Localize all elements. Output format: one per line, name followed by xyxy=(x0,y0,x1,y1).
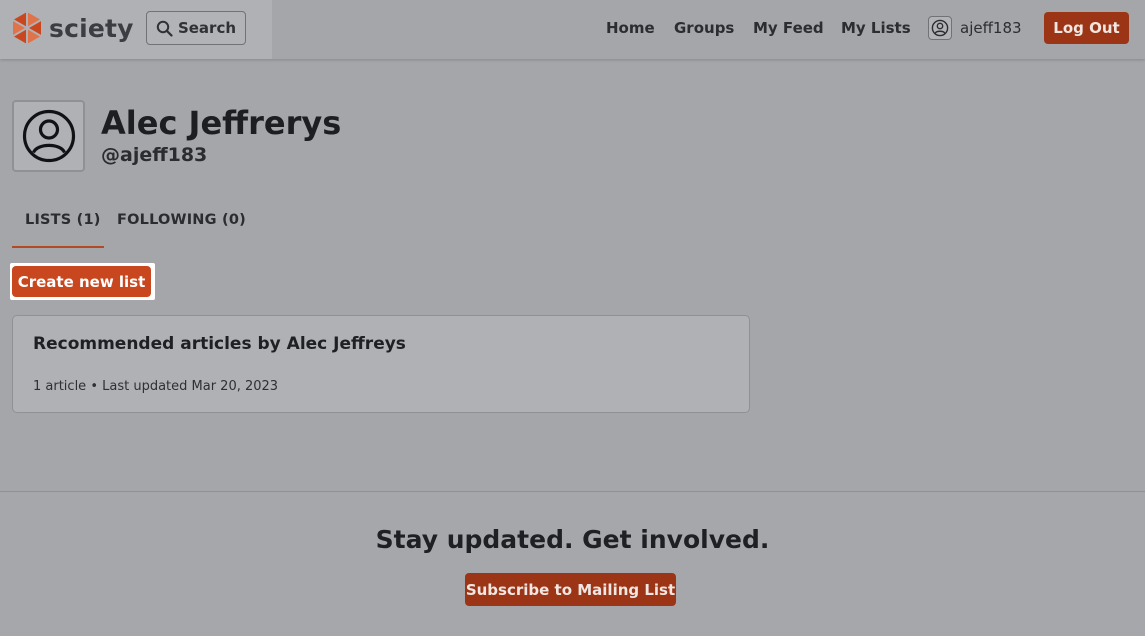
site-header: sciety Search Home Groups My Feed My Lis… xyxy=(0,0,1145,59)
nav-my-lists[interactable]: My Lists xyxy=(841,17,911,39)
profile-name: Alec Jeffrerys xyxy=(101,104,342,142)
sciety-logo[interactable]: sciety xyxy=(11,10,134,46)
user-avatar xyxy=(928,16,952,40)
search-button[interactable]: Search xyxy=(146,11,246,45)
list-card[interactable]: Recommended articles by Alec Jeffreys 1 … xyxy=(12,315,750,413)
nav-home[interactable]: Home xyxy=(606,17,655,39)
logo-text: sciety xyxy=(49,13,134,43)
sciety-logo-icon xyxy=(12,12,42,44)
nav-groups[interactable]: Groups xyxy=(674,17,734,39)
user-menu[interactable]: ajeff183 xyxy=(928,16,1022,40)
tab-lists[interactable]: LISTS (1) xyxy=(25,210,101,230)
search-icon xyxy=(156,20,173,37)
subscribe-button[interactable]: Subscribe to Mailing List xyxy=(465,573,676,606)
user-name: ajeff183 xyxy=(960,19,1022,37)
profile-avatar xyxy=(12,100,85,172)
logout-button[interactable]: Log Out xyxy=(1044,12,1129,44)
list-meta: 1 article • Last updated Mar 20, 2023 xyxy=(33,379,279,394)
active-tab-indicator xyxy=(12,246,104,248)
tab-following[interactable]: FOLLOWING (0) xyxy=(117,210,246,230)
list-title[interactable]: Recommended articles by Alec Jeffreys xyxy=(33,332,406,356)
site-footer: Stay updated. Get involved. Subscribe to… xyxy=(0,491,1145,636)
nav-my-feed[interactable]: My Feed xyxy=(753,17,824,39)
profile-handle: @ajeff183 xyxy=(101,144,208,166)
user-circle-icon xyxy=(22,109,75,163)
footer-heading: Stay updated. Get involved. xyxy=(375,525,770,554)
create-new-list-button[interactable]: Create new list xyxy=(12,266,151,297)
search-button-label: Search xyxy=(177,19,237,37)
user-circle-icon xyxy=(931,19,949,37)
